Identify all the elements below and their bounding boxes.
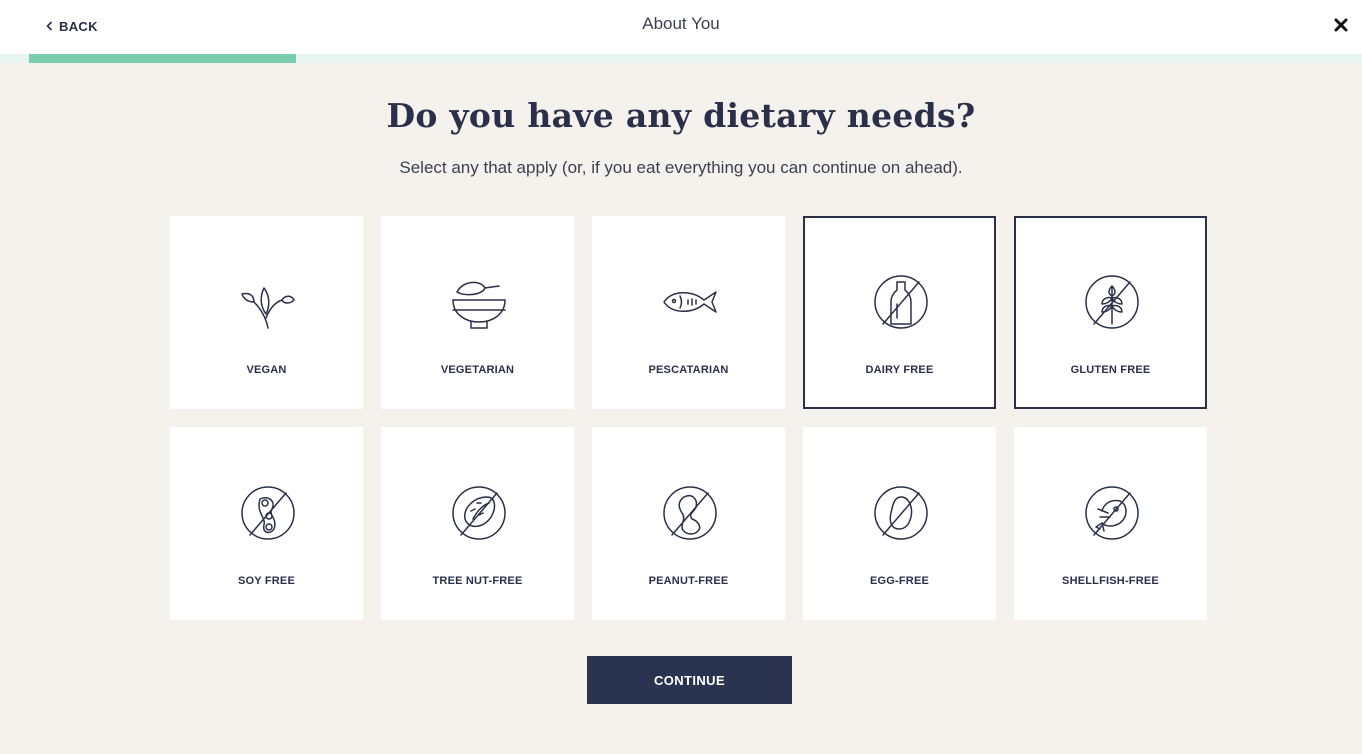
option-label: EGG-FREE (869, 575, 930, 587)
continue-button[interactable]: CONTINUE (587, 656, 792, 704)
top-bar: BACK About You (0, 0, 1362, 54)
plant-sprout-icon (240, 274, 296, 330)
no-almond-icon (451, 485, 507, 541)
no-wheat-icon (1084, 274, 1140, 330)
page-title: About You (642, 14, 720, 33)
no-egg-icon (873, 485, 929, 541)
option-shellfish-free[interactable]: SHELLFISH-FREE (1014, 427, 1207, 620)
option-label: GLUTEN FREE (1070, 364, 1151, 376)
option-label: VEGAN (246, 364, 287, 376)
option-label: SOY FREE (237, 575, 296, 587)
option-soy-free[interactable]: SOY FREE (170, 427, 363, 620)
option-label: DAIRY FREE (865, 364, 934, 376)
option-label: TREE NUT-FREE (432, 575, 523, 587)
dietary-options-grid: VEGAN VEGETARIAN PESCATARIAN DAIRY FREE … (170, 216, 1208, 620)
close-x-icon[interactable] (1332, 15, 1350, 35)
option-peanut-free[interactable]: PEANUT-FREE (592, 427, 785, 620)
progress-bar (0, 54, 1362, 63)
fish-icon (662, 274, 718, 330)
option-label: PESCATARIAN (648, 364, 729, 376)
option-label: VEGETARIAN (440, 364, 515, 376)
option-pescatarian[interactable]: PESCATARIAN (592, 216, 785, 409)
no-shrimp-icon (1084, 485, 1140, 541)
option-vegetarian[interactable]: VEGETARIAN (381, 216, 574, 409)
no-peanut-icon (662, 485, 718, 541)
option-tree-nut-free[interactable]: TREE NUT-FREE (381, 427, 574, 620)
option-label: PEANUT-FREE (648, 575, 729, 587)
bowl-icon (451, 274, 507, 330)
question-heading: Do you have any dietary needs? (386, 96, 976, 135)
option-gluten-free[interactable]: GLUTEN FREE (1014, 216, 1207, 409)
no-milk-bottle-icon (873, 274, 929, 330)
progress-bar-fill (29, 54, 296, 63)
option-vegan[interactable]: VEGAN (170, 216, 363, 409)
question-subheading: Select any that apply (or, if you eat ev… (399, 158, 963, 177)
option-label: SHELLFISH-FREE (1062, 575, 1159, 587)
option-dairy-free[interactable]: DAIRY FREE (803, 216, 996, 409)
no-soybean-icon (240, 485, 296, 541)
option-egg-free[interactable]: EGG-FREE (803, 427, 996, 620)
